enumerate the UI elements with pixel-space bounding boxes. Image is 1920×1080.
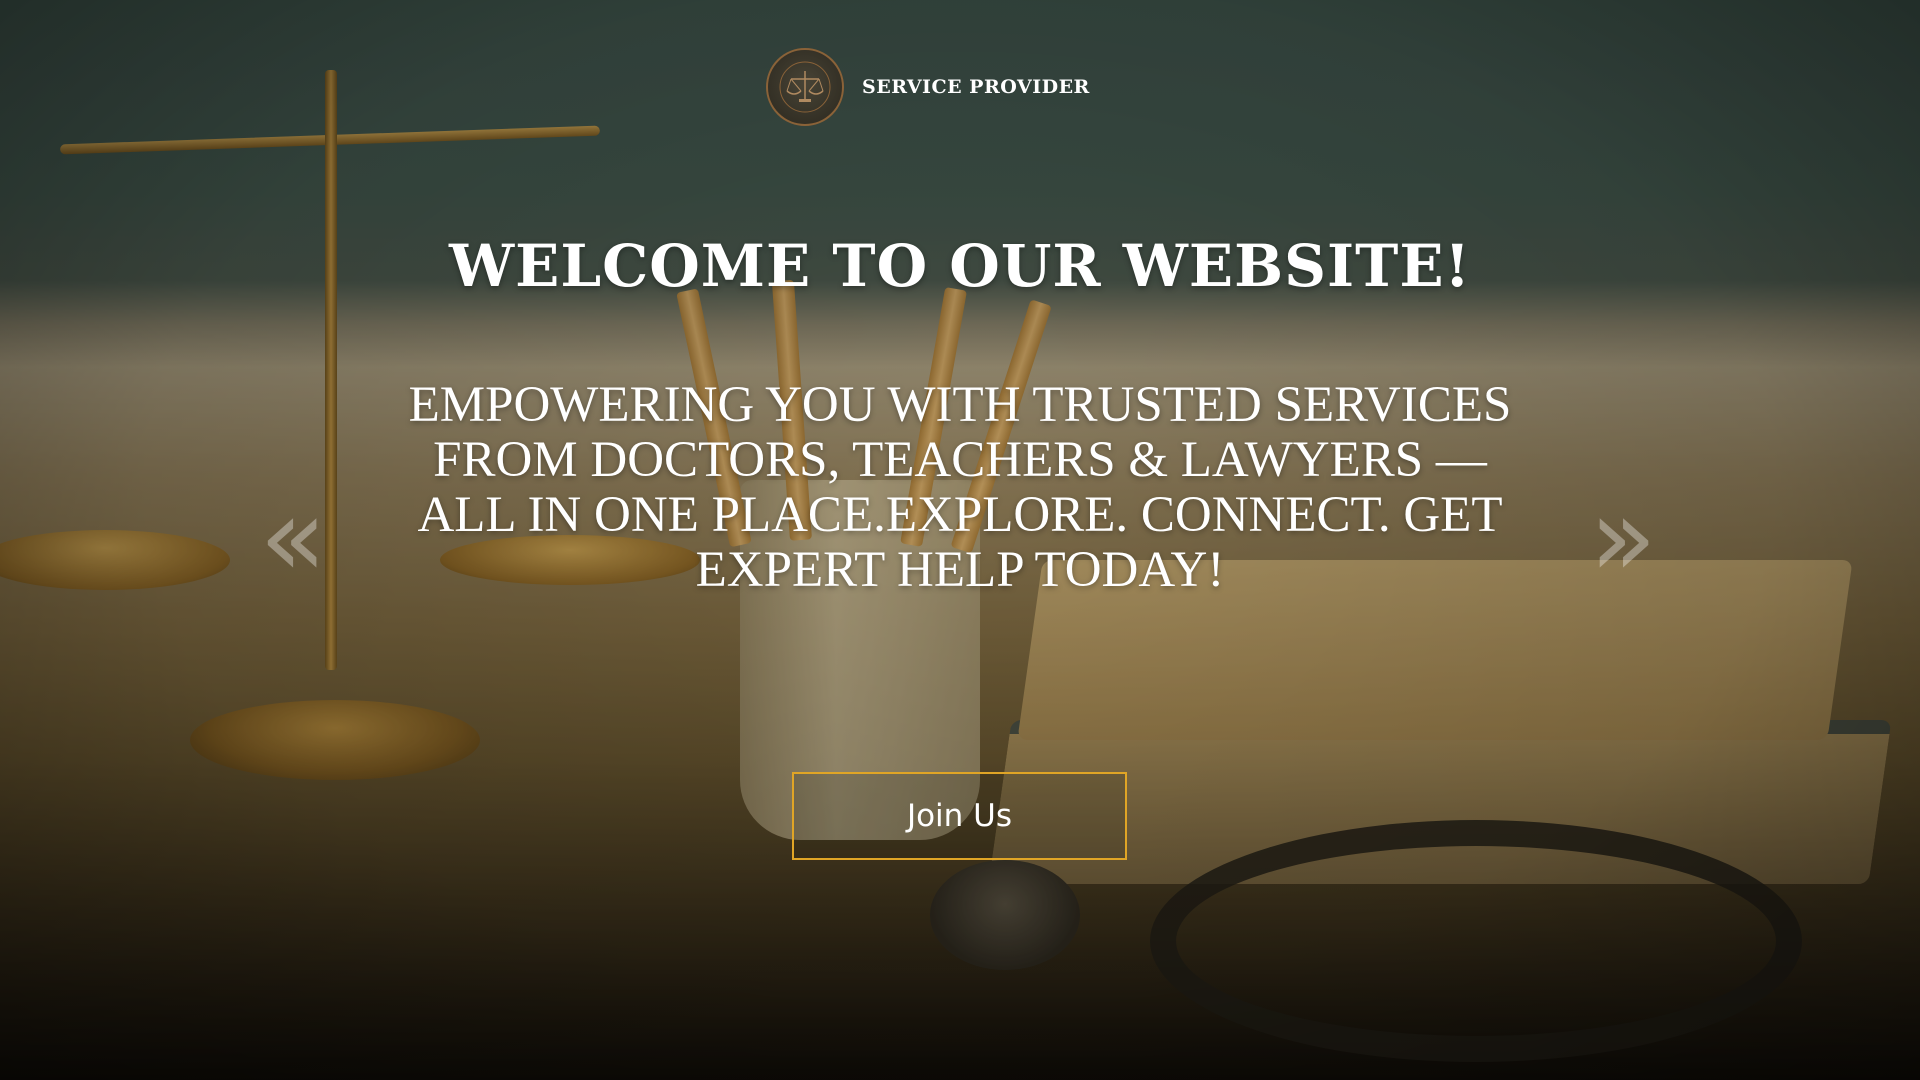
hero-tagline: EMPOWERING YOU WITH TRUSTED SERVICES FRO… (408, 377, 1512, 598)
double-chevron-left-icon[interactable]: « (248, 482, 338, 592)
join-us-button[interactable]: Join Us (792, 772, 1127, 860)
scales-emblem-icon[interactable] (766, 48, 844, 126)
brand-header[interactable]: SERVICE PROVIDER (766, 48, 1090, 126)
hero-slider: SERVICE PROVIDER WELCOME TO OUR WEBSITE!… (0, 0, 1920, 1080)
brand-name[interactable]: SERVICE PROVIDER (862, 76, 1090, 98)
double-chevron-right-icon[interactable]: » (1578, 482, 1668, 592)
hero-headline: WELCOME TO OUR WEBSITE! (449, 232, 1471, 300)
